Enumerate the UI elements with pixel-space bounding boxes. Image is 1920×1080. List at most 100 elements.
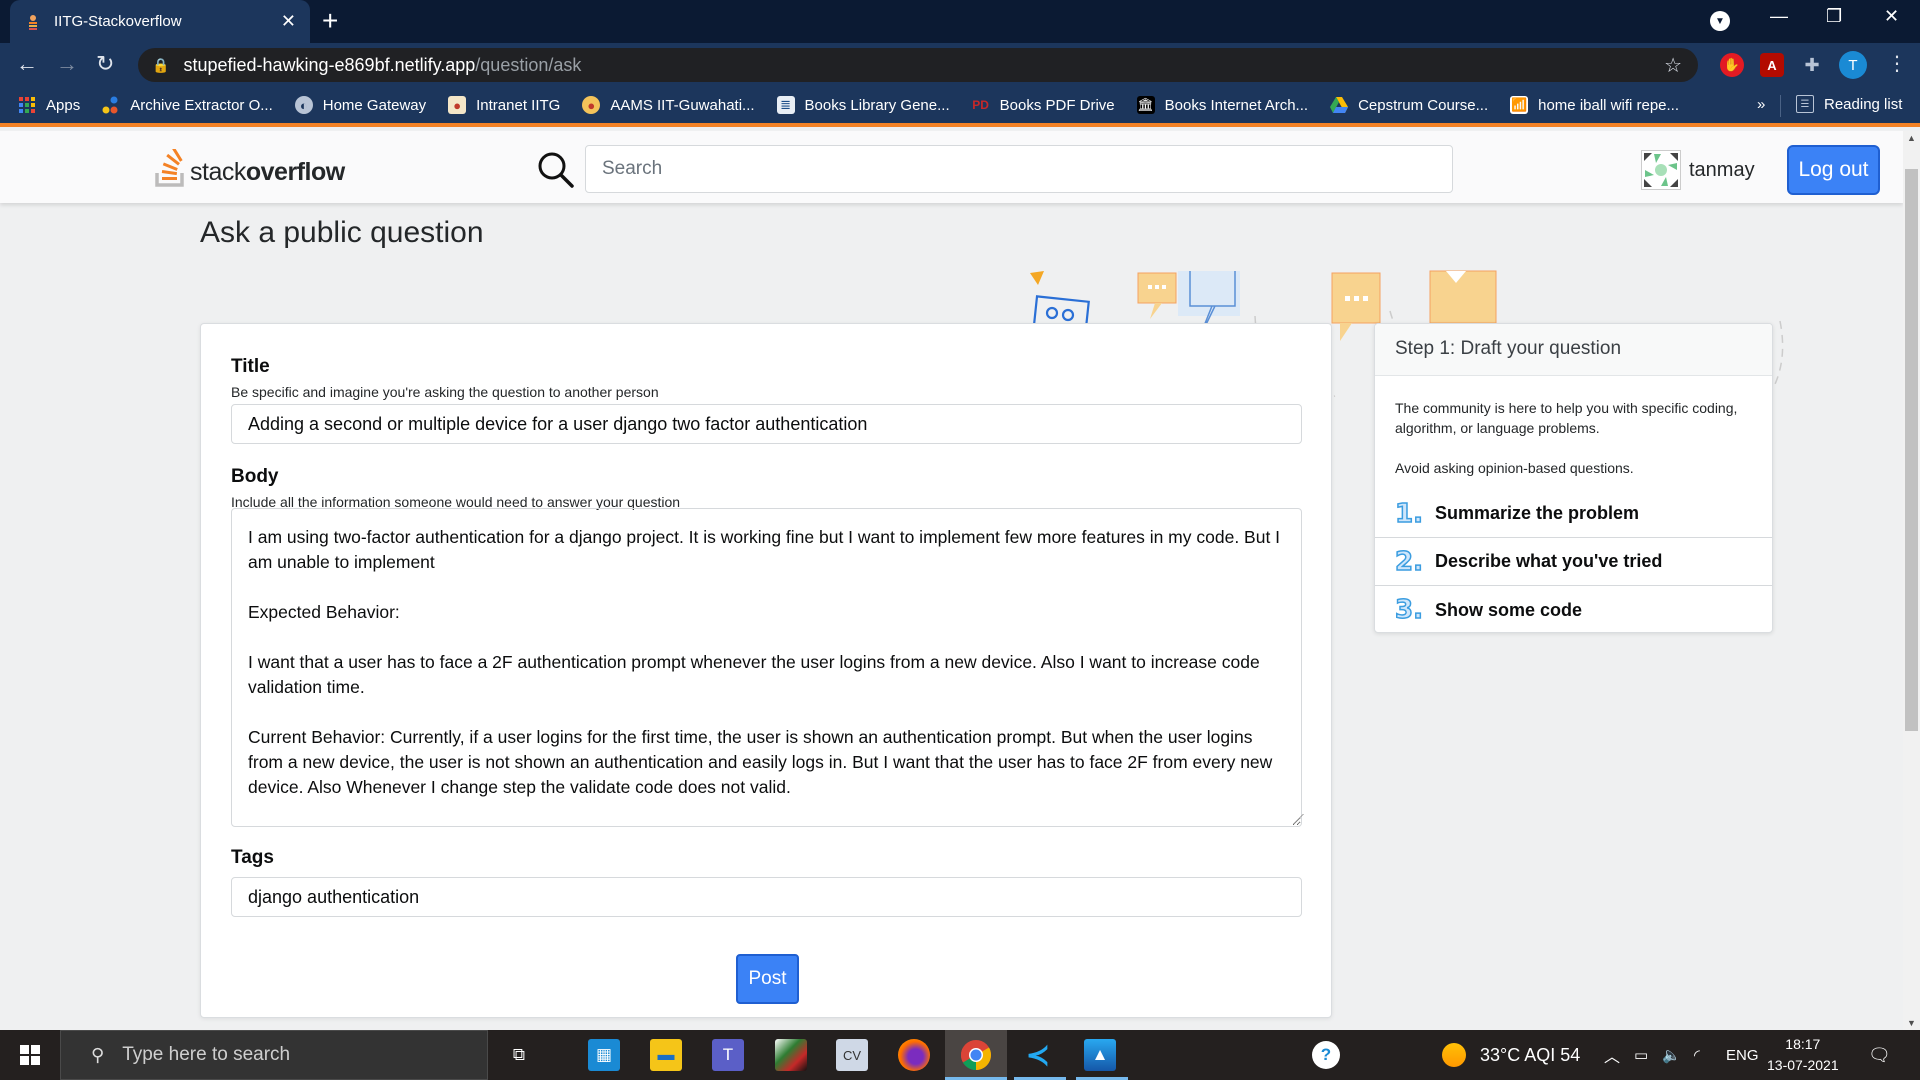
restore-icon[interactable]: ❐ xyxy=(1826,6,1842,27)
clock-time: 18:17 xyxy=(1785,1036,1821,1052)
windows-taskbar: ⚲ Type here to search ⧉ ▦ ▬ T CV ≺ ▲ ? 3… xyxy=(0,1030,1920,1080)
page-viewport: stackoverflow tanmay Log out Ask a publi… xyxy=(0,131,1903,1030)
step-item: 2. Describe what you've tried xyxy=(1375,538,1772,586)
browser-toolbar: ← → ↻ 🔒 stupefied-hawking-e869bf.netlify… xyxy=(0,43,1920,87)
globe-icon: ◐ xyxy=(294,96,313,114)
address-bar[interactable]: 🔒 stupefied-hawking-e869bf.netlify.app /… xyxy=(138,48,1698,82)
scroll-up-icon[interactable]: ▲ xyxy=(1907,133,1916,143)
taskbar-search[interactable]: ⚲ Type here to search xyxy=(60,1030,488,1080)
bookmarks-overflow-button[interactable]: » xyxy=(1757,96,1765,113)
site-search-input[interactable] xyxy=(585,145,1453,193)
weather-widget[interactable]: 33°C AQI 54 xyxy=(1442,1030,1580,1080)
adblock-extension-icon[interactable]: ✋ xyxy=(1720,53,1744,77)
logout-button[interactable]: Log out xyxy=(1787,145,1880,195)
help-icon[interactable]: ? xyxy=(1312,1041,1340,1069)
forward-icon[interactable]: → xyxy=(56,51,78,77)
lock-icon: 🔒 xyxy=(152,56,170,73)
bookmark-label: Books Library Gene... xyxy=(804,96,950,114)
iitg-logo-icon: ● xyxy=(448,96,467,114)
body-label: Body xyxy=(231,466,279,487)
battery-icon[interactable]: ▭ xyxy=(1634,1030,1648,1080)
title-input[interactable] xyxy=(231,404,1302,444)
draft-tips-intro: The community is here to help you with s… xyxy=(1395,400,1738,436)
bookmark-apps[interactable]: Apps xyxy=(18,96,80,114)
tab-search-dropdown-icon[interactable]: ▼ xyxy=(1710,11,1730,31)
close-window-icon[interactable]: ✕ xyxy=(1884,6,1899,27)
reading-list-icon: ☰ xyxy=(1796,95,1814,113)
step-label: Show some code xyxy=(1435,599,1583,620)
profile-avatar[interactable]: T xyxy=(1839,51,1867,79)
tags-label: Tags xyxy=(231,847,274,868)
logo-text-overflow: overflow xyxy=(245,158,345,186)
calculator-app-icon[interactable]: ▦ xyxy=(588,1039,620,1071)
step-label: Summarize the problem xyxy=(1435,503,1640,523)
language-indicator[interactable]: ENG xyxy=(1726,1030,1759,1080)
body-textarea[interactable]: I am using two-factor authentication for… xyxy=(231,508,1302,827)
step-item: 3. Show some code xyxy=(1375,586,1772,632)
user-profile[interactable]: tanmay xyxy=(1641,150,1755,190)
bookmark-star-icon[interactable]: ☆ xyxy=(1664,53,1682,78)
taskbar-search-placeholder: Type here to search xyxy=(122,1044,291,1065)
bookmark-intranet-iitg[interactable]: ● Intranet IITG xyxy=(448,96,560,114)
bookmark-pdf-drive[interactable]: PD Books PDF Drive xyxy=(972,96,1115,114)
title-label: Title xyxy=(231,356,270,377)
tags-input[interactable] xyxy=(231,877,1302,917)
apps-grid-icon xyxy=(18,96,36,114)
system-clock[interactable]: 18:17 13-07-2021 xyxy=(1767,1034,1839,1076)
bookmark-label: Books PDF Drive xyxy=(999,96,1115,114)
file-explorer-icon[interactable]: ▬ xyxy=(650,1039,682,1071)
extensions-puzzle-icon[interactable]: ✚ xyxy=(1800,53,1824,77)
bookmark-label: Archive Extractor O... xyxy=(130,96,273,114)
bookmark-label: AAMS IIT-Guwahati... xyxy=(610,96,755,114)
tab-close-icon[interactable]: ✕ xyxy=(281,11,296,32)
bookmark-home-gateway[interactable]: ◐ Home Gateway xyxy=(294,96,427,114)
scrollbar-thumb[interactable] xyxy=(1905,169,1918,731)
program-window-icon[interactable]: CV xyxy=(836,1039,868,1071)
browser-titlebar: IITG-Stackoverflow ✕ + ▼ — ❐ ✕ xyxy=(0,0,1920,43)
browser-menu-icon[interactable]: ⋮ xyxy=(1887,51,1907,77)
photos-icon[interactable]: ▲ xyxy=(1084,1039,1116,1071)
username: tanmay xyxy=(1689,158,1755,181)
bookmark-archive-extractor[interactable]: Archive Extractor O... xyxy=(102,96,273,114)
windows-start-icon[interactable] xyxy=(20,1045,40,1070)
network-icon[interactable]: ◜ xyxy=(1694,1030,1700,1080)
bookmarks-bar: Apps Archive Extractor O... ◐ Home Gatew… xyxy=(0,87,1920,127)
vscode-icon[interactable]: ≺ xyxy=(1022,1039,1054,1072)
draft-tips-card: Step 1: Draft your question The communit… xyxy=(1374,323,1773,633)
app-icon[interactable] xyxy=(775,1039,807,1071)
notifications-icon[interactable]: 🗨 xyxy=(1868,1030,1891,1080)
minimize-icon[interactable]: — xyxy=(1770,6,1788,27)
bookmark-iball-wifi[interactable]: 📶 home iball wifi repe... xyxy=(1510,96,1679,114)
volume-icon[interactable]: 🔈 xyxy=(1662,1030,1681,1080)
reload-icon[interactable]: ↻ xyxy=(96,51,114,77)
google-drive-icon xyxy=(1330,96,1349,114)
page-scrollbar[interactable]: ▲ ▼ xyxy=(1903,131,1920,1030)
bookmark-label: Intranet IITG xyxy=(476,96,561,114)
post-button[interactable]: Post xyxy=(736,954,799,1004)
search-icon[interactable] xyxy=(537,151,575,194)
new-tab-button[interactable]: + xyxy=(322,6,338,36)
step-label: Describe what you've tried xyxy=(1435,551,1663,571)
draft-tips-warning: Avoid asking opinion-based questions. xyxy=(1395,460,1634,476)
show-hidden-icons[interactable]: ︿ xyxy=(1604,1030,1620,1080)
stackoverflow-logo[interactable]: stack overflow xyxy=(155,149,345,187)
bookmark-cepstrum[interactable]: Cepstrum Course... xyxy=(1330,96,1488,114)
bookmark-internet-archive[interactable]: 🏛 Books Internet Arch... xyxy=(1136,96,1309,114)
pdf-drive-icon: PD xyxy=(972,98,989,112)
scroll-down-icon[interactable]: ▼ xyxy=(1907,1018,1916,1028)
iitg-logo-icon: ● xyxy=(582,96,601,114)
back-icon[interactable]: ← xyxy=(16,51,38,77)
chrome-taskbar-active[interactable] xyxy=(945,1030,1007,1080)
acrobat-extension-icon[interactable]: A xyxy=(1760,53,1784,77)
reading-list-button[interactable]: ☰ Reading list xyxy=(1796,95,1902,113)
teams-icon[interactable]: T xyxy=(712,1039,744,1071)
bookmark-label: Home Gateway xyxy=(322,96,427,114)
weather-text: 33°C AQI 54 xyxy=(1480,1044,1581,1065)
bookmark-aams[interactable]: ● AAMS IIT-Guwahati... xyxy=(582,96,755,114)
bookmark-label: Books Internet Arch... xyxy=(1164,96,1309,114)
wifi-icon: 📶 xyxy=(1510,96,1529,114)
bookmark-library-genesis[interactable]: ≣ Books Library Gene... xyxy=(776,96,950,114)
firefox-icon[interactable] xyxy=(898,1039,930,1071)
task-view-icon[interactable]: ⧉ xyxy=(503,1039,535,1071)
browser-tab-active[interactable]: IITG-Stackoverflow ✕ xyxy=(10,0,310,43)
